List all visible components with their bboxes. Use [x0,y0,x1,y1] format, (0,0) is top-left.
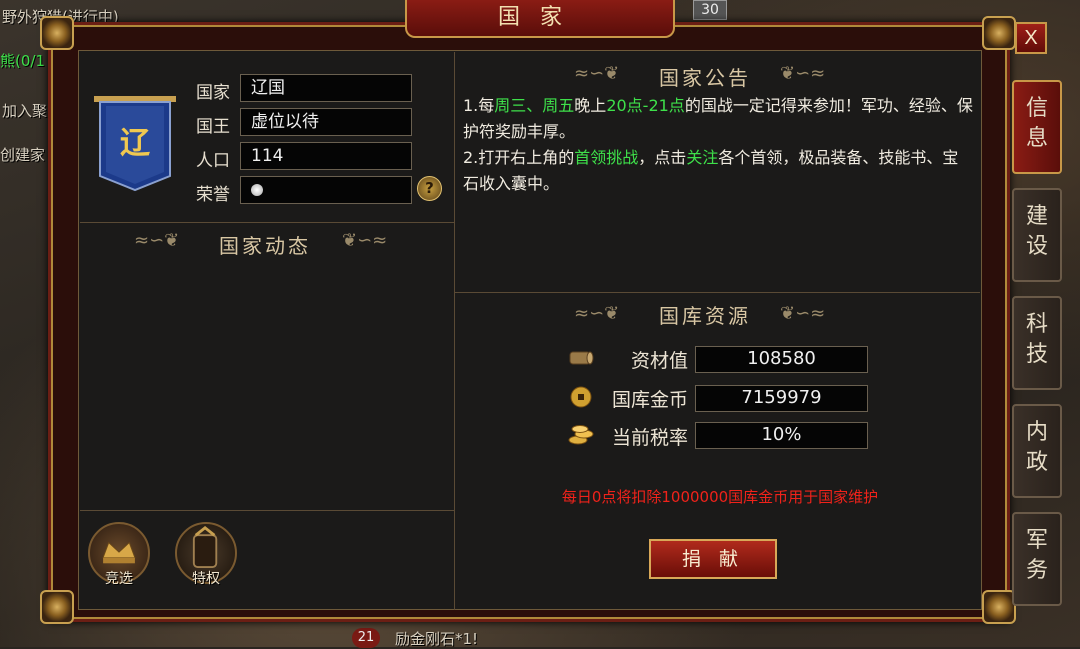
help-icon[interactable]: ? [417,176,442,201]
level-badge: 30 [693,0,727,20]
honor-field [240,176,412,204]
announcement-title: 国家公告 [659,66,751,90]
tax-rate-label: 当前税率 [611,427,688,449]
country-value: 辽国 [240,74,412,102]
material-value: 108580 [695,346,868,373]
tab-info[interactable]: 信息 [1012,80,1062,174]
population-value: 114 [240,142,412,170]
donate-button[interactable]: 捐 献 [649,539,777,579]
frame-corner-ornament [40,590,74,624]
ornament-right-icon: ❦∽≈ [342,230,388,251]
announcement-body: 1.每周三、周五晚上20点-21点的国战一定记得来参加！军功、经验、保护符奖励丰… [463,93,973,197]
window-title-bar: 国家 [405,0,675,38]
election-button-label[interactable]: 竞选 [89,568,149,588]
notice-time-highlight: 20点-21点 [606,96,685,115]
notice-text: 2.打开右上角的 [463,148,575,167]
horizontal-divider [455,292,980,293]
banner-character: 辽 [120,126,150,161]
quest-create-text[interactable]: 创建家 [0,144,45,165]
tab-construction[interactable]: 建设 [1012,188,1062,282]
treasury-gold-value: 7159979 [695,385,868,412]
horizontal-divider [80,510,454,511]
frame-corner-ornament [982,590,1016,624]
king-value: 虚位以待 [240,108,412,136]
population-label: 人口 [196,151,230,171]
ornament-left-icon: ≈∽❦ [574,63,620,84]
material-label: 资材值 [630,350,688,372]
chat-reward-text: 励金刚石*1! [395,630,479,648]
vertical-divider [454,52,455,610]
quest-progress-text: 熊(0/1 [0,52,45,70]
tab-military[interactable]: 军务 [1012,512,1062,606]
follow-link[interactable]: 关注 [686,148,718,167]
chat-badge: 21 [352,628,380,648]
notice-text: 晚上 [574,96,607,115]
quest-join-text[interactable]: 加入聚 [2,100,47,121]
notice-text: ，点击 [638,148,687,167]
notice-days-highlight: 周三、周五 [494,96,575,115]
window-title: 国家 [497,5,582,30]
tab-domestic[interactable]: 内政 [1012,404,1062,498]
honor-icon [251,184,263,196]
frame-corner-ornament [982,16,1016,50]
privilege-button-label[interactable]: 特权 [176,568,236,588]
ornament-right-icon: ❦∽≈ [780,63,826,84]
horizontal-divider [80,222,454,223]
frame-corner-ornament [40,16,74,50]
tab-technology[interactable]: 科技 [1012,296,1062,390]
king-label: 国王 [196,117,230,137]
close-button[interactable]: X [1015,22,1047,54]
notice-text: 1.每 [463,96,495,115]
treasury-gold-label: 国库金币 [611,389,688,411]
ornament-right-icon: ❦∽≈ [780,303,826,324]
honor-label: 荣誉 [196,185,230,205]
ornament-left-icon: ≈∽❦ [574,303,620,324]
ornament-left-icon: ≈∽❦ [134,230,180,251]
treasury-title: 国库资源 [659,304,751,328]
boss-challenge-link[interactable]: 首领挑战 [574,148,638,167]
country-label: 国家 [196,83,230,103]
maintenance-warning: 每日0点将扣除1000000国库金币用于国家维护 [561,488,879,506]
dynamics-title: 国家动态 [219,234,311,258]
tax-rate-value: 10% [695,422,868,449]
